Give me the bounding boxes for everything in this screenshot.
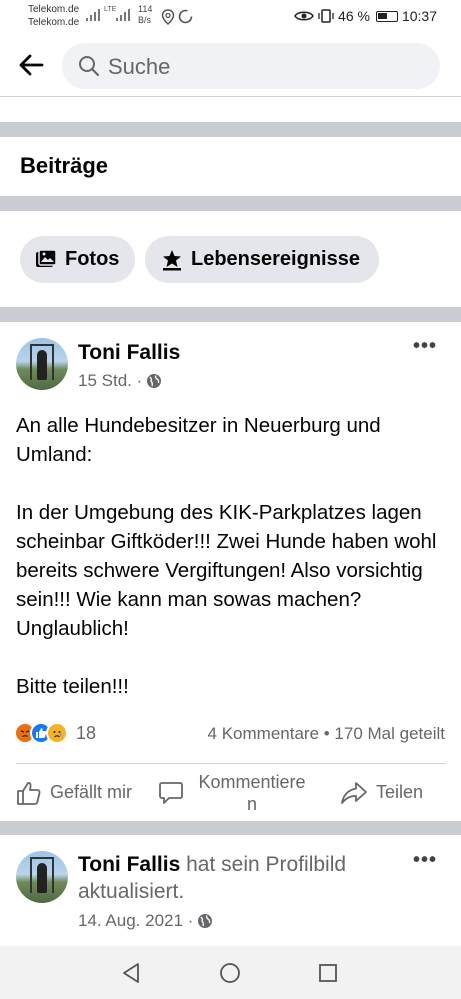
avatar[interactable] (16, 851, 68, 903)
avatar[interactable] (16, 338, 68, 390)
comments-shares-count[interactable]: 4 Kommentare • 170 Mal geteilt (208, 724, 445, 744)
section-divider (0, 196, 461, 211)
carrier-labels: Telekom.de Telekom.de (28, 3, 79, 29)
like-label: Gefällt mir (50, 782, 133, 802)
battery-icon (375, 10, 398, 22)
post-paragraph: In der Umgebung des KIK-Parkplatzes lage… (16, 501, 437, 640)
status-bar: Telekom.de Telekom.de LTE 114 B/s 46 % 1… (0, 0, 461, 34)
reaction-count: 18 (76, 722, 97, 743)
photos-filter-chip[interactable]: Fotos (20, 236, 135, 283)
sync-icon (178, 9, 193, 24)
back-arrow-icon[interactable] (16, 50, 46, 80)
signal-icon (86, 9, 100, 21)
post-author[interactable]: Toni Fallis (78, 341, 180, 365)
like-button[interactable]: Gefällt mir (16, 764, 132, 821)
comment-label: Kommentiere n (198, 771, 306, 814)
post-actions: Gefällt mir Kommentiere n Teilen (0, 764, 461, 821)
search-icon (79, 56, 100, 77)
photos-icon (36, 248, 57, 267)
comment-button[interactable]: Kommentiere n (158, 764, 312, 821)
search-header: Suche (0, 34, 461, 96)
globe-icon (198, 914, 213, 928)
share-button[interactable]: Teilen (340, 764, 423, 821)
life-events-chip-label: Lebensereignisse (191, 248, 360, 270)
share-label: Teilen (376, 782, 424, 802)
more-options-icon[interactable]: ••• (413, 849, 437, 872)
comment-icon (159, 781, 183, 804)
section-divider (0, 122, 461, 137)
section-title: Beiträge (20, 153, 109, 178)
photos-chip-label: Fotos (65, 248, 120, 270)
globe-icon (147, 374, 162, 388)
post-meta: 15 Std. · (78, 371, 162, 391)
post-time[interactable]: 15 Std. · (78, 371, 142, 391)
net-speed: 114 B/s (138, 4, 153, 25)
status-right: 46 % 10:37 (294, 8, 437, 24)
life-events-filter-chip[interactable]: Lebensereignisse (145, 236, 379, 283)
carrier-1: Telekom.de (28, 4, 80, 15)
search-placeholder: Suche (108, 54, 171, 79)
more-options-icon[interactable]: ••• (413, 335, 437, 358)
nav-back-icon[interactable] (121, 962, 141, 984)
header-divider (0, 96, 461, 97)
battery-percent: 46 % (338, 8, 370, 24)
location-icon (161, 9, 175, 25)
nav-recents-icon[interactable] (318, 962, 338, 984)
system-nav-bar (0, 946, 461, 999)
carrier-2: Telekom.de (28, 17, 80, 28)
reaction-summary[interactable]: 18 (14, 722, 96, 744)
nav-home-icon[interactable] (219, 962, 241, 984)
post2-header: Toni Fallis hat sein Profilbild aktualis… (78, 851, 418, 905)
post-paragraph: An alle Hundebesitzer in Neuerburg und U… (16, 414, 381, 466)
clock: 10:37 (401, 8, 437, 24)
network-type: LTE (104, 6, 117, 13)
post-paragraph: Bitte teilen!!! (16, 675, 129, 698)
post2-meta: 14. Aug. 2021 · (78, 911, 213, 931)
post-divider (0, 821, 461, 835)
eye-icon (294, 11, 314, 21)
star-flag-icon (163, 249, 181, 270)
search-input[interactable]: Suche (62, 43, 440, 89)
section-divider (0, 307, 461, 322)
post2-author[interactable]: Toni Fallis (78, 853, 180, 876)
sad-reaction-icon (46, 722, 68, 744)
signal-icon-2 (116, 9, 130, 21)
post2-time[interactable]: 14. Aug. 2021 · (78, 911, 193, 931)
post-body: An alle Hundebesitzer in Neuerburg und U… (16, 411, 446, 701)
thumbs-up-icon (17, 781, 41, 805)
vibrate-icon (318, 9, 334, 23)
share-icon (341, 781, 367, 804)
